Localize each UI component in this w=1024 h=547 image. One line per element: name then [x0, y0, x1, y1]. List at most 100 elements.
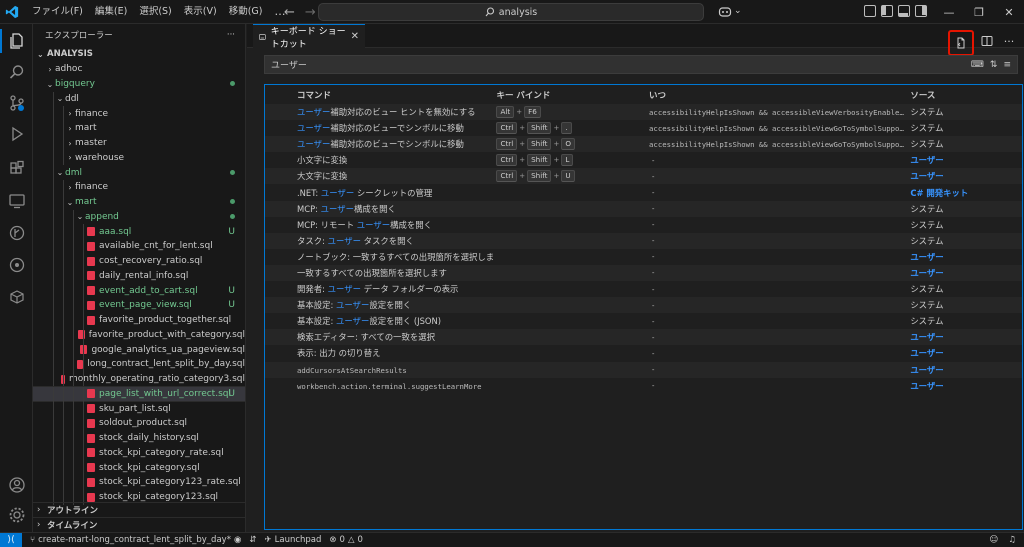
- more-actions-icon[interactable]: ···: [227, 30, 235, 40]
- keybindings-search-input[interactable]: ユーザー ⌨ ⇅ ≡: [264, 55, 1018, 74]
- remote-explorer-icon[interactable]: [0, 186, 33, 216]
- source-cell[interactable]: C# 開発キット: [906, 187, 1022, 199]
- tree-file[interactable]: daily_rental_info.sql: [33, 268, 245, 284]
- tree-file[interactable]: google_analytics_ua_pageview.sql: [33, 342, 245, 357]
- back-arrow-icon[interactable]: ←: [284, 5, 295, 20]
- git-graph-icon[interactable]: [0, 250, 33, 280]
- table-row[interactable]: addCursorsAtSearchResults - ユーザー: [265, 361, 1022, 378]
- tree-folder[interactable]: ⌄ ddl: [33, 91, 245, 107]
- tree-folder[interactable]: › warehouse: [33, 150, 245, 166]
- tree-folder[interactable]: › master: [33, 135, 245, 151]
- sync-status[interactable]: ⇵: [249, 535, 256, 545]
- forward-arrow-icon[interactable]: →: [305, 5, 316, 20]
- command-center-search[interactable]: analysis: [318, 3, 704, 21]
- tree-folder[interactable]: ⌄ dml: [33, 165, 245, 180]
- search-view-icon[interactable]: [0, 57, 33, 87]
- source-control-icon[interactable]: [0, 88, 33, 118]
- tree-folder[interactable]: › adhoc: [33, 62, 245, 77]
- database-icon[interactable]: [0, 282, 33, 312]
- close-tab-icon[interactable]: ✕: [351, 31, 359, 42]
- tree-file[interactable]: favorite_product_together.sql: [33, 312, 245, 328]
- gitlens-icon[interactable]: [0, 218, 33, 248]
- table-row[interactable]: 大文字に変換 Ctrl + Shift + U - ユーザー: [265, 168, 1022, 185]
- tree-file[interactable]: sku_part_list.sql: [33, 401, 245, 416]
- table-row[interactable]: 一致するすべての出現箇所を選択します - ユーザー: [265, 264, 1022, 282]
- table-row[interactable]: 開発者: ユーザー データ フォルダーの表示 - システム: [265, 281, 1022, 297]
- table-row[interactable]: ユーザー補助対応のビュー ヒントを無効にする Alt + F6 accessibilit…: [265, 104, 1022, 121]
- table-row[interactable]: タスク: ユーザー タスクを開く - システム: [265, 232, 1022, 249]
- table-row[interactable]: .NET: ユーザー シークレットの管理 - C# 開発キット: [265, 184, 1022, 200]
- tree-file[interactable]: stock_kpi_category123_rate.sql: [33, 475, 245, 490]
- tree-file[interactable]: cost_recovery_ratio.sql: [33, 253, 245, 269]
- menu-selection[interactable]: 選択(S): [133, 0, 177, 24]
- more-actions-icon[interactable]: ···: [1000, 32, 1018, 50]
- tree-file[interactable]: favorite_product_with_category.sql: [33, 327, 245, 343]
- tree-folder[interactable]: ⌄ append: [33, 209, 245, 225]
- menu-file[interactable]: ファイル(F): [26, 0, 89, 24]
- table-row[interactable]: 基本設定: ユーザー設定を開く - システム: [265, 297, 1022, 314]
- tree-file[interactable]: soldout_product.sql: [33, 416, 245, 431]
- menu-edit[interactable]: 編集(E): [89, 0, 133, 24]
- close-window-icon[interactable]: ✕: [994, 0, 1024, 24]
- launchpad-status[interactable]: ✈ Launchpad: [265, 535, 322, 545]
- table-row[interactable]: MCP: ユーザー構成を開く - システム: [265, 200, 1022, 217]
- split-editor-icon[interactable]: [978, 32, 996, 50]
- minimize-icon[interactable]: —: [934, 0, 964, 24]
- table-row[interactable]: 小文字に変換 Ctrl + Shift + L - ユーザー: [265, 152, 1022, 168]
- problems-status[interactable]: ⊗ 0 △ 0: [329, 535, 363, 545]
- when-cell: -: [651, 252, 656, 262]
- table-row[interactable]: ノートブック: 一致するすべての出現箇所を選択します - ユーザー: [265, 249, 1022, 265]
- sort-by-precedence-icon[interactable]: ⇅: [990, 60, 998, 70]
- table-row[interactable]: MCP: リモート ユーザー構成を開く - システム: [265, 217, 1022, 233]
- sql-file-icon: [87, 300, 95, 310]
- toggle-secondary-sidebar-icon[interactable]: [915, 5, 927, 17]
- table-row[interactable]: 検索エディター: すべての一致を選択 - ユーザー: [265, 329, 1022, 346]
- remote-indicator-icon[interactable]: ⟩⟨: [0, 532, 22, 547]
- menu-view[interactable]: 表示(V): [178, 0, 223, 24]
- workspace-root[interactable]: ⌄ ANALYSIS: [33, 46, 245, 62]
- outline-section[interactable]: › アウトライン: [33, 502, 246, 517]
- tree-file[interactable]: available_cnt_for_lent.sql: [33, 239, 245, 254]
- tree-file[interactable]: event_page_view.sql U: [33, 298, 245, 313]
- copilot-button[interactable]: ⌄: [718, 5, 742, 17]
- account-icon[interactable]: [0, 470, 33, 500]
- branch-status[interactable]: ⑂ create-mart-long_contract_lent_split_b…: [30, 535, 241, 545]
- tree-file[interactable]: event_add_to_cart.sql U: [33, 283, 245, 298]
- tree-folder[interactable]: ⌄ mart: [33, 194, 245, 210]
- tree-folder[interactable]: › finance: [33, 106, 245, 121]
- toggle-panel-icon[interactable]: [898, 5, 910, 17]
- restore-icon[interactable]: ❐: [964, 0, 994, 24]
- run-debug-icon[interactable]: [0, 119, 33, 149]
- extensions-icon[interactable]: [0, 154, 33, 184]
- table-row[interactable]: ユーザー補助対応のビューでシンボルに移動 Ctrl + Shift + Oaccessib…: [265, 136, 1022, 153]
- open-keybindings-json-icon[interactable]: [948, 30, 974, 56]
- tree-folder[interactable]: › mart: [33, 121, 245, 136]
- timeline-label: タイムライン: [47, 521, 98, 531]
- timeline-section[interactable]: › タイムライン: [33, 517, 246, 532]
- tree-file[interactable]: stock_daily_history.sql: [33, 430, 245, 446]
- tree-file[interactable]: aaa.sql U: [33, 224, 245, 239]
- table-row[interactable]: 基本設定: ユーザー設定を開く (JSON) - システム: [265, 313, 1022, 329]
- record-keys-icon[interactable]: ⌨: [971, 60, 984, 70]
- tree-folder[interactable]: ⌄ bigquery: [33, 77, 245, 92]
- tree-file[interactable]: page_list_with_url_correct.sql U: [32, 385, 246, 403]
- tree-folder[interactable]: › finance: [33, 180, 245, 195]
- tree-file[interactable]: stock_kpi_category.sql: [33, 460, 245, 475]
- table-row[interactable]: ユーザー補助対応のビューでシンボルに移動 Ctrl + Shift +. accessib…: [265, 120, 1022, 136]
- tree-file[interactable]: long_contract_lent_split_by_day.sql: [33, 357, 245, 372]
- manage-gear-icon[interactable]: [0, 500, 33, 530]
- indent-guide: [83, 386, 84, 402]
- notifications-bell-icon[interactable]: ♫: [1008, 535, 1016, 545]
- tab-keyboard-shortcuts[interactable]: キーボード ショートカット ✕: [253, 24, 365, 50]
- tree-file[interactable]: stock_kpi_category_rate.sql: [33, 445, 245, 461]
- customize-layout-icon[interactable]: [864, 5, 876, 17]
- menu-go[interactable]: 移動(G): [223, 0, 269, 24]
- column-source: ソース: [910, 91, 936, 101]
- explorer-icon[interactable]: [0, 26, 33, 56]
- table-row[interactable]: workbench.action.terminal.suggestLearnMo…: [265, 378, 1022, 394]
- table-row[interactable]: 表示: 出力 の切り替え - ユーザー: [265, 345, 1022, 361]
- tree-file[interactable]: monthly_operating_ratio_category3.sql: [33, 371, 245, 387]
- clear-filter-icon[interactable]: ≡: [1003, 60, 1011, 70]
- toggle-sidebar-icon[interactable]: [881, 5, 893, 17]
- copilot-status-icon[interactable]: ☺: [990, 535, 999, 545]
